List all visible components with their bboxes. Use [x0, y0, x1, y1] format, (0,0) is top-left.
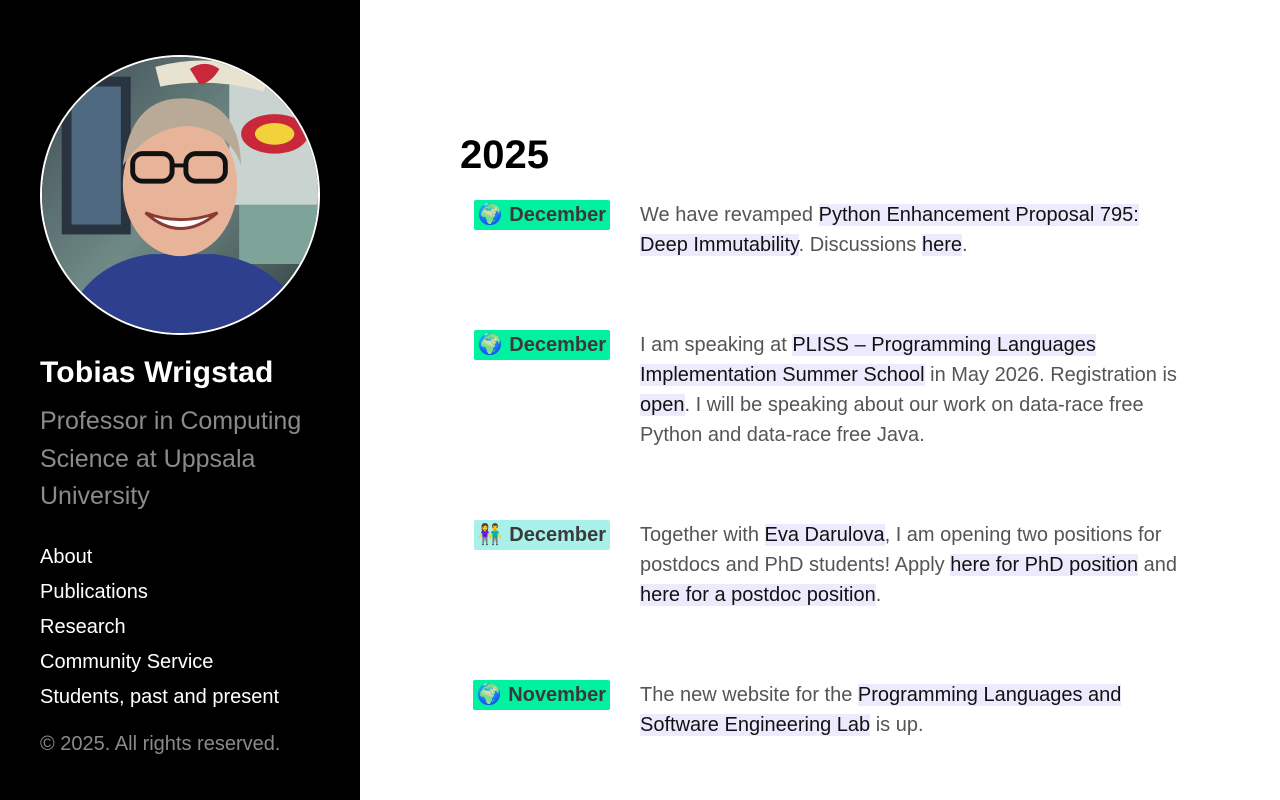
news-text-part: in May 2026. Registration is: [924, 364, 1177, 386]
year-heading: 2025: [460, 133, 549, 177]
news-text-part: and: [1138, 554, 1178, 576]
copyright-notice: © 2025. All rights reserved.: [40, 733, 281, 755]
nav-item-research[interactable]: Research: [40, 610, 279, 645]
phd-position-link[interactable]: here for PhD position: [950, 554, 1139, 576]
site-owner-name: Tobias Wrigstad: [40, 356, 274, 389]
profile-photo: [42, 57, 318, 333]
news-text: We have revamped Python Enhancement Prop…: [640, 200, 1180, 260]
sidebar: Tobias Wrigstad Professor in Computing S…: [0, 0, 360, 800]
registration-open-link[interactable]: open: [640, 394, 685, 416]
news-text: Together with Eva Darulova, I am opening…: [640, 520, 1180, 610]
eva-darulova-link[interactable]: Eva Darulova: [764, 524, 885, 546]
news-text-part: We have revamped: [640, 204, 819, 226]
news-text-part: .: [961, 234, 968, 256]
date-badge-month: December: [509, 334, 606, 356]
news-text-part: is up.: [870, 714, 924, 736]
date-badge-month: December: [509, 524, 606, 546]
date-badge: 🌍 December: [473, 200, 610, 230]
avatar: [40, 55, 320, 335]
nav-item-publications[interactable]: Publications: [40, 575, 279, 610]
globe-icon: 🌍: [477, 204, 503, 226]
news-feed: 2025 🌍 December We have revamped Python …: [360, 0, 1280, 800]
news-text-part: Together with: [640, 524, 765, 546]
date-badge: 👫 December: [473, 520, 610, 550]
globe-icon: 🌍: [477, 334, 503, 356]
news-text-part: . Discussions: [798, 234, 922, 256]
nav-item-about[interactable]: About: [40, 540, 279, 575]
site-owner-title: Professor in Computing Science at Uppsal…: [40, 407, 302, 510]
date-badge: 🌍 December: [473, 330, 610, 360]
date-badge-month: November: [508, 684, 606, 706]
discussions-link[interactable]: here: [921, 234, 962, 256]
news-text-part: The new website for the: [640, 684, 858, 706]
main-nav: About Publications Research Community Se…: [40, 540, 279, 715]
date-badge: 🌍 November: [472, 680, 610, 710]
people-icon: 👫: [477, 524, 503, 546]
news-text-part: .: [875, 584, 882, 606]
postdoc-position-link[interactable]: here for a postdoc position: [640, 584, 876, 606]
nav-item-students[interactable]: Students, past and present: [40, 680, 279, 715]
news-text-part: I am speaking at: [640, 334, 793, 356]
news-text: I am speaking at PLISS – Programming Lan…: [640, 330, 1180, 450]
news-text-part: . I will be speaking about our work on d…: [640, 394, 1144, 446]
date-badge-month: December: [509, 204, 606, 226]
globe-icon: 🌍: [476, 684, 502, 706]
nav-item-community-service[interactable]: Community Service: [40, 645, 279, 680]
news-text: The new website for the Programming Lang…: [640, 680, 1180, 740]
